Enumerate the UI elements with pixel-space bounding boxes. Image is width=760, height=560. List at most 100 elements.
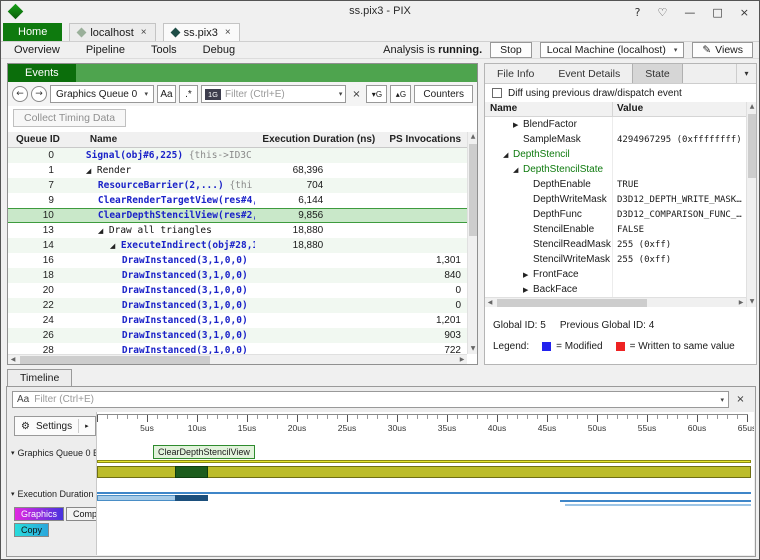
scroll-right-icon[interactable]: ▶ bbox=[736, 298, 746, 308]
filter-scope-badge[interactable]: 1G bbox=[205, 89, 221, 100]
scroll-left-icon[interactable]: ◀ bbox=[8, 355, 18, 365]
event-row[interactable]: 13◢Draw all triangles18,880 bbox=[8, 223, 467, 238]
event-row[interactable]: 26DrawInstanced(3,1,0,0)903 bbox=[8, 328, 467, 343]
event-row[interactable]: 16DrawInstanced(3,1,0,0)1,301 bbox=[8, 253, 467, 268]
tab-localhost[interactable]: localhost × bbox=[69, 23, 155, 41]
event-row[interactable]: 7ResourceBarrier(2,...) {thi704 bbox=[8, 178, 467, 193]
tab-event-details[interactable]: Event Details bbox=[546, 64, 632, 83]
forward-button[interactable]: → bbox=[31, 86, 47, 102]
timeline-tab[interactable]: Timeline bbox=[7, 369, 72, 387]
events-vertical-scrollbar[interactable]: ▲ ▼ bbox=[467, 132, 477, 354]
expand-arrow-icon[interactable]: ▶ bbox=[513, 121, 523, 129]
scroll-left-icon[interactable]: ◀ bbox=[485, 298, 495, 308]
event-row[interactable]: 9ClearRenderTargetView(res#4,6,144 bbox=[8, 193, 467, 208]
collapse-track-icon[interactable]: ▾ bbox=[11, 449, 15, 457]
regex-button[interactable]: .* bbox=[179, 85, 198, 103]
close-tab-icon[interactable]: × bbox=[225, 27, 231, 38]
scroll-right-icon[interactable]: ▶ bbox=[457, 355, 467, 365]
state-row[interactable]: SampleMask4294967295 (0xffffffff) bbox=[485, 132, 746, 147]
menu-overview[interactable]: Overview bbox=[1, 44, 73, 56]
timeline-segment-exec-line3[interactable] bbox=[565, 504, 751, 506]
event-row[interactable]: 14◢ExecuteIndirect(obj#28,10218,880 bbox=[8, 238, 467, 253]
timeline-close-button[interactable]: × bbox=[733, 392, 748, 407]
event-row[interactable]: 0Signal(obj#6,225) {this->ID3C bbox=[8, 148, 467, 163]
collapse-track-icon[interactable]: ▾ bbox=[11, 490, 15, 498]
counters-button[interactable]: Counters bbox=[414, 85, 473, 103]
timeline-tracks[interactable]: ClearDepthStencilView 5us10us15us20us25u… bbox=[96, 412, 754, 555]
scroll-down-icon[interactable]: ▼ bbox=[468, 344, 478, 354]
minimize-button[interactable]: — bbox=[684, 6, 695, 19]
events-filter-input[interactable]: 1G Filter (Ctrl+E) ▾ bbox=[201, 85, 346, 103]
menu-tools[interactable]: Tools bbox=[138, 44, 190, 56]
stop-button[interactable]: Stop bbox=[490, 42, 532, 58]
tab-state[interactable]: State bbox=[632, 64, 683, 83]
event-row[interactable]: 10ClearDepthStencilView(res#2,9,856 bbox=[8, 208, 467, 223]
state-row[interactable]: ▶FrontFace bbox=[485, 267, 746, 282]
timeline-segment-exec-line2[interactable] bbox=[560, 500, 751, 502]
match-case-button[interactable]: Aa bbox=[17, 394, 29, 405]
diff-checkbox[interactable] bbox=[492, 88, 502, 98]
close-button[interactable]: × bbox=[740, 6, 749, 19]
expand-arrow-icon[interactable]: ◢ bbox=[86, 167, 97, 175]
scrollbar-thumb[interactable] bbox=[748, 114, 756, 178]
event-row[interactable]: 28DrawInstanced(3,1,0,0)722 bbox=[8, 343, 467, 354]
collect-timing-data-button[interactable]: Collect Timing Data bbox=[13, 109, 126, 127]
views-button[interactable]: ✎Views bbox=[692, 42, 753, 58]
tab-home[interactable]: Home bbox=[3, 23, 62, 41]
scrollbar-thumb[interactable] bbox=[497, 299, 647, 307]
queue-select[interactable]: Graphics Queue 0▾ bbox=[50, 85, 154, 103]
expand-arrow-icon[interactable]: ◢ bbox=[513, 166, 523, 174]
timeline-segment-eop-highlight[interactable] bbox=[175, 466, 208, 478]
chevron-down-icon[interactable]: ▾ bbox=[339, 90, 343, 98]
expand-arrow-icon[interactable]: ◢ bbox=[110, 242, 121, 250]
state-vertical-scrollbar[interactable]: ▲ ▼ bbox=[746, 102, 756, 307]
feedback-icon[interactable]: ♡ bbox=[658, 6, 668, 19]
event-row[interactable]: 1◢Render68,396 bbox=[8, 163, 467, 178]
event-row[interactable]: 20DrawInstanced(3,1,0,0)0 bbox=[8, 283, 467, 298]
tab-overflow-dropdown[interactable]: ▾ bbox=[736, 64, 756, 83]
state-row[interactable]: StencilWriteMask255 (0xff) bbox=[485, 252, 746, 267]
tab-sspix3[interactable]: ss.pix3 × bbox=[163, 23, 240, 41]
event-row[interactable]: 24DrawInstanced(3,1,0,0)1,201 bbox=[8, 313, 467, 328]
timeline-segment-eop-line[interactable] bbox=[97, 460, 751, 463]
help-button[interactable]: ? bbox=[635, 6, 641, 19]
chevron-right-icon[interactable]: ▸ bbox=[85, 422, 89, 430]
maximize-button[interactable]: □ bbox=[712, 6, 722, 19]
state-row[interactable]: DepthWriteMaskD3D12_DEPTH_WRITE_MASK… bbox=[485, 192, 746, 207]
events-tab[interactable]: Events bbox=[8, 64, 76, 82]
scrollbar-thumb[interactable] bbox=[20, 356, 210, 364]
timeline-settings-button[interactable]: ⚙ Settings ▸ bbox=[14, 416, 96, 436]
close-tab-icon[interactable]: × bbox=[141, 27, 147, 38]
timeline-filter-input[interactable]: Aa Filter (Ctrl+E) ▾ bbox=[12, 391, 729, 408]
timeline-segment-exec-line[interactable] bbox=[97, 492, 751, 494]
state-row[interactable]: ◢DepthStencilState bbox=[485, 162, 746, 177]
prev-match-button[interactable]: ▾G bbox=[366, 85, 387, 103]
state-row[interactable]: ◢DepthStencil bbox=[485, 147, 746, 162]
expand-arrow-icon[interactable]: ◢ bbox=[503, 151, 513, 159]
next-match-button[interactable]: ▴G bbox=[390, 85, 411, 103]
scroll-up-icon[interactable]: ▲ bbox=[468, 132, 478, 142]
state-row[interactable]: DepthFuncD3D12_COMPARISON_FUNC_… bbox=[485, 207, 746, 222]
event-row[interactable]: 18DrawInstanced(3,1,0,0)840 bbox=[8, 268, 467, 283]
machine-select[interactable]: Local Machine (localhost)▾ bbox=[540, 42, 685, 58]
expand-arrow-icon[interactable]: ◢ bbox=[98, 227, 109, 235]
state-row[interactable]: ▶BlendFactor bbox=[485, 117, 746, 132]
state-row[interactable]: ▶BackFace bbox=[485, 282, 746, 297]
expand-arrow-icon[interactable]: ▶ bbox=[523, 271, 533, 279]
tab-file-info[interactable]: File Info bbox=[485, 64, 546, 83]
event-row[interactable]: 22DrawInstanced(3,1,0,0)0 bbox=[8, 298, 467, 313]
timeline-segment-exec-bar-dark[interactable] bbox=[175, 495, 208, 501]
clear-filter-button[interactable]: × bbox=[349, 89, 363, 100]
match-case-button[interactable]: Aa bbox=[157, 85, 176, 103]
scroll-up-icon[interactable]: ▲ bbox=[747, 102, 757, 112]
back-button[interactable]: ← bbox=[12, 86, 28, 102]
state-row[interactable]: StencilReadMask255 (0xff) bbox=[485, 237, 746, 252]
expand-arrow-icon[interactable]: ▶ bbox=[523, 286, 533, 294]
scrollbar-thumb[interactable] bbox=[469, 144, 477, 236]
menu-pipeline[interactable]: Pipeline bbox=[73, 44, 138, 56]
scroll-down-icon[interactable]: ▼ bbox=[747, 297, 757, 307]
events-horizontal-scrollbar[interactable]: ◀ ▶ bbox=[8, 354, 467, 364]
chevron-down-icon[interactable]: ▾ bbox=[720, 396, 724, 404]
state-horizontal-scrollbar[interactable]: ◀ ▶ bbox=[485, 297, 746, 307]
menu-debug[interactable]: Debug bbox=[190, 44, 248, 56]
